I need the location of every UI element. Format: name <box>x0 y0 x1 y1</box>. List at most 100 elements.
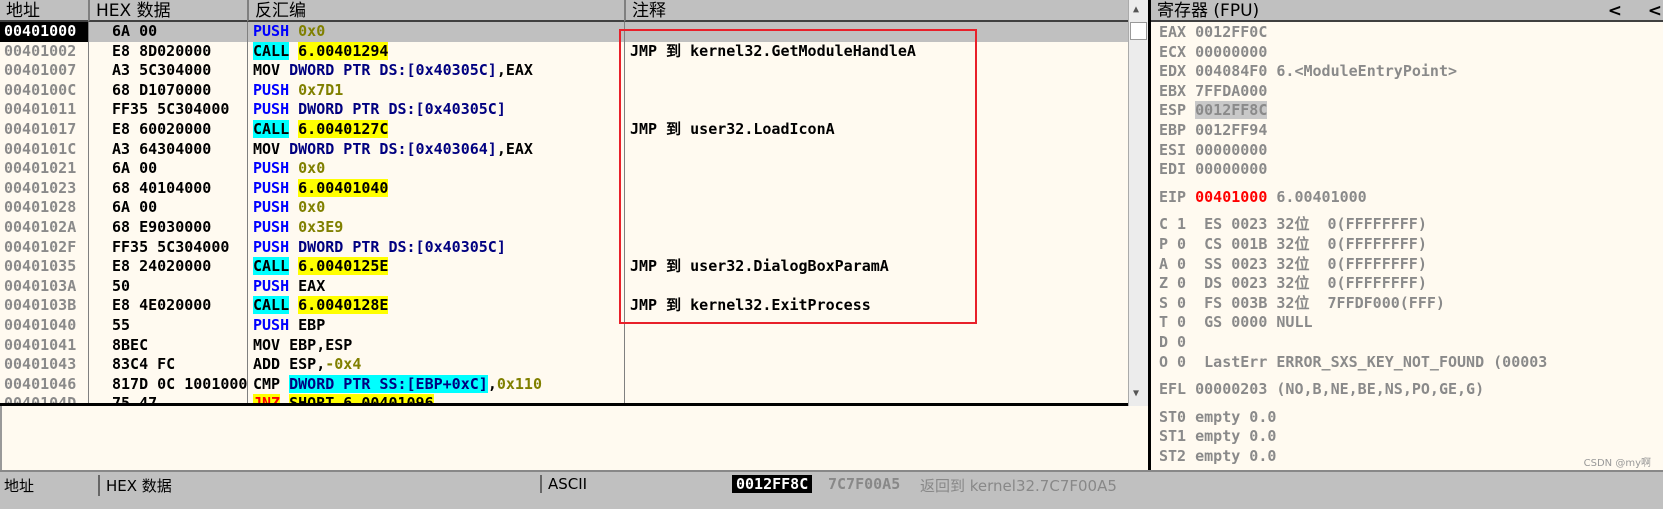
register-text: EDX 004084F0 6.<ModuleEntryPoint> <box>1159 62 1458 81</box>
register-line[interactable]: S 0 FS 003B 32位 7FFDF000(FFF) <box>1159 294 1445 314</box>
scroll-down-arrow-icon[interactable]: ▼ <box>1133 388 1139 399</box>
stack-address[interactable]: 0012FF8C <box>732 475 813 493</box>
disasm-token: JNZ <box>253 394 281 403</box>
row-disassembly: MOV DWORD PTR DS:[0x403064],EAX <box>253 140 533 160</box>
row-hex: 50 <box>112 276 131 295</box>
disasm-token: 6.00401294 <box>298 41 389 60</box>
register-line[interactable]: C 1 ES 0023 32位 0(FFFFFFFF) <box>1159 215 1427 235</box>
register-text: Z 0 DS 0023 32位 0(FFFFFFFF) <box>1159 274 1427 293</box>
register-line[interactable]: EFL 00000203 (NO,B,NE,BE,NS,PO,GE,G) <box>1159 380 1484 400</box>
register-line[interactable]: EBX 7FFDA000 <box>1159 82 1267 102</box>
disasm-token: DWORD PTR SS:[EBP+0xC] <box>289 374 488 393</box>
register-line[interactable]: ST1 empty 0.0 <box>1159 427 1276 447</box>
column-header-disasm[interactable]: 反汇编 <box>247 0 624 22</box>
row-hex: FF35 5C304000 <box>112 237 230 256</box>
register-line[interactable]: ST0 empty 0.0 <box>1159 408 1276 428</box>
collapse-chevron-icon[interactable]: < <box>1608 0 1622 20</box>
register-line[interactable]: A 0 SS 0023 32位 0(FFFFFFFF) <box>1159 255 1427 275</box>
row-disassembly: PUSH 0x7D1 <box>253 81 343 101</box>
dump-header-hex[interactable]: HEX 数据 <box>98 475 172 496</box>
register-line[interactable]: EDX 004084F0 6.<ModuleEntryPoint> <box>1159 62 1457 82</box>
register-line[interactable]: P 0 CS 001B 32位 0(FFFFFFFF) <box>1159 235 1427 255</box>
disasm-token <box>289 120 298 138</box>
register-text: EIP <box>1159 187 1196 206</box>
register-line[interactable]: Z 0 DS 0023 32位 0(FFFFFFFF) <box>1159 274 1427 294</box>
row-address: 00401041 <box>4 335 77 354</box>
disasm-row[interactable]: 00401046 817D 0C 10010000 CMP DWORD PTR SS… <box>0 374 1128 395</box>
register-line[interactable]: D 0 <box>1159 333 1186 353</box>
disasm-token: DWORD PTR DS:[0x403064] <box>289 139 497 158</box>
disasm-token: 6.0040125E <box>298 257 389 276</box>
register-line[interactable]: ESI 00000000 <box>1159 141 1267 161</box>
register-line[interactable]: EAX 0012FF0C <box>1159 23 1267 43</box>
column-header-hex[interactable]: HEX 数据 <box>88 0 247 22</box>
disasm-row[interactable]: 00401041 8BEC MOV EBP,ESP <box>0 336 1128 356</box>
disasm-token: MOV <box>253 61 290 80</box>
row-disassembly: PUSH 6.00401040 <box>253 178 389 199</box>
dump-header-address[interactable]: 地址 <box>4 475 34 496</box>
column-header-address[interactable]: 地址 <box>0 0 88 22</box>
disasm-token <box>289 296 298 314</box>
row-address: 0040102A <box>4 218 77 236</box>
register-text: EFL 00000203 (NO,B,NE,BE,NS,PO,GE,G) <box>1159 380 1485 399</box>
disasm-token: 6.00401040 <box>298 178 389 197</box>
disasm-token: DWORD PTR DS:[0x40305C] <box>289 61 497 80</box>
row-hex: 817D 0C 10010000 <box>112 374 247 393</box>
row-address: 00401043 <box>4 355 77 374</box>
column-divider <box>88 22 89 403</box>
register-line[interactable]: O 0 LastErr ERROR_SXS_KEY_NOT_FOUND (000… <box>1159 353 1547 373</box>
scrollbar-thumb[interactable] <box>1130 22 1147 40</box>
disasm-token <box>289 218 298 236</box>
row-hex: E8 24020000 <box>112 257 212 276</box>
register-text: EBX 7FFDA000 <box>1159 81 1268 100</box>
row-hex: E8 4E020000 <box>112 296 212 315</box>
row-hex: FF35 5C304000 <box>112 100 230 119</box>
row-address: 00401040 <box>4 316 77 334</box>
row-disassembly: CALL 6.0040128E <box>253 296 389 316</box>
register-line[interactable]: ST2 empty 0.0 <box>1159 447 1276 467</box>
row-hex: 6A 00 <box>112 22 158 40</box>
register-value[interactable]: 00401000 <box>1195 188 1267 206</box>
registers-title: 寄存器 (FPU) < < <box>1151 0 1663 22</box>
register-text: EDI 00000000 <box>1159 160 1268 179</box>
register-text: T 0 GS 0000 NULL <box>1159 313 1313 332</box>
register-text: D 0 <box>1159 333 1187 351</box>
stack-comment: 返回到 kernel32.7C7F00A5 <box>920 477 1117 495</box>
row-disassembly: MOV EBP,ESP <box>253 336 352 356</box>
register-line[interactable]: ECX 00000000 <box>1159 43 1267 63</box>
register-line[interactable]: EIP 00401000 6.00401000 <box>1159 188 1367 208</box>
disasm-token <box>289 198 298 216</box>
register-text: ST1 empty 0.0 <box>1159 427 1277 446</box>
watermark: CSDN @my啊 <box>1583 458 1651 469</box>
row-disassembly: MOV DWORD PTR DS:[0x40305C],EAX <box>253 61 533 81</box>
collapse-chevron-icon[interactable]: < <box>1648 0 1662 20</box>
register-text: P 0 CS 001B 32位 0(FFFFFFFF) <box>1159 235 1427 253</box>
column-divider <box>247 22 248 403</box>
row-address: 0040100C <box>4 80 77 99</box>
register-line[interactable]: T 0 GS 0000 NULL <box>1159 313 1313 333</box>
disasm-token: PUSH <box>253 218 290 236</box>
register-line[interactable]: EDI 00000000 <box>1159 160 1267 180</box>
row-address: 00401035 <box>4 257 77 276</box>
register-line[interactable]: ESP 0012FF8C <box>1159 101 1268 121</box>
scroll-up-arrow-icon[interactable]: ▲ <box>1133 4 1139 15</box>
disasm-token: SHORT 6.00401096 <box>289 394 434 403</box>
row-disassembly: PUSH DWORD PTR DS:[0x40305C] <box>253 100 506 120</box>
dump-and-stack-strip: 地址 HEX 数据 ASCII 0012FF8C 7C7F00A5 返回到 ke… <box>0 470 1663 509</box>
disasm-token: PUSH <box>253 276 290 295</box>
column-header-comment[interactable]: 注释 <box>624 0 1128 22</box>
row-hex: A3 5C304000 <box>112 61 212 80</box>
disasm-token: PUSH <box>253 100 299 119</box>
register-line[interactable]: EBP 0012FF94 <box>1159 121 1267 141</box>
row-hex: 6A 00 <box>112 159 158 178</box>
disasm-token: PUSH <box>253 22 290 40</box>
register-value[interactable]: 0012FF8C <box>1195 101 1268 120</box>
disassembly-scrollbar[interactable]: ▲ ▼ <box>1128 0 1148 406</box>
dump-header-ascii[interactable]: ASCII <box>540 475 587 493</box>
disasm-row[interactable]: 0040104D ⌄ 75 47 JNZ SHORT 6.00401096 <box>0 394 1128 403</box>
disasm-row[interactable]: 00401043 83C4 FC ADD ESP,-0x4 <box>0 355 1128 375</box>
disasm-token: EAX <box>289 276 326 295</box>
row-address: 0040103B <box>4 296 77 315</box>
row-address: 00401000 <box>0 22 88 42</box>
registers-pane[interactable]: 寄存器 (FPU) < < EAX 0012FF0C ECX 00000000 ED… <box>1148 0 1663 473</box>
